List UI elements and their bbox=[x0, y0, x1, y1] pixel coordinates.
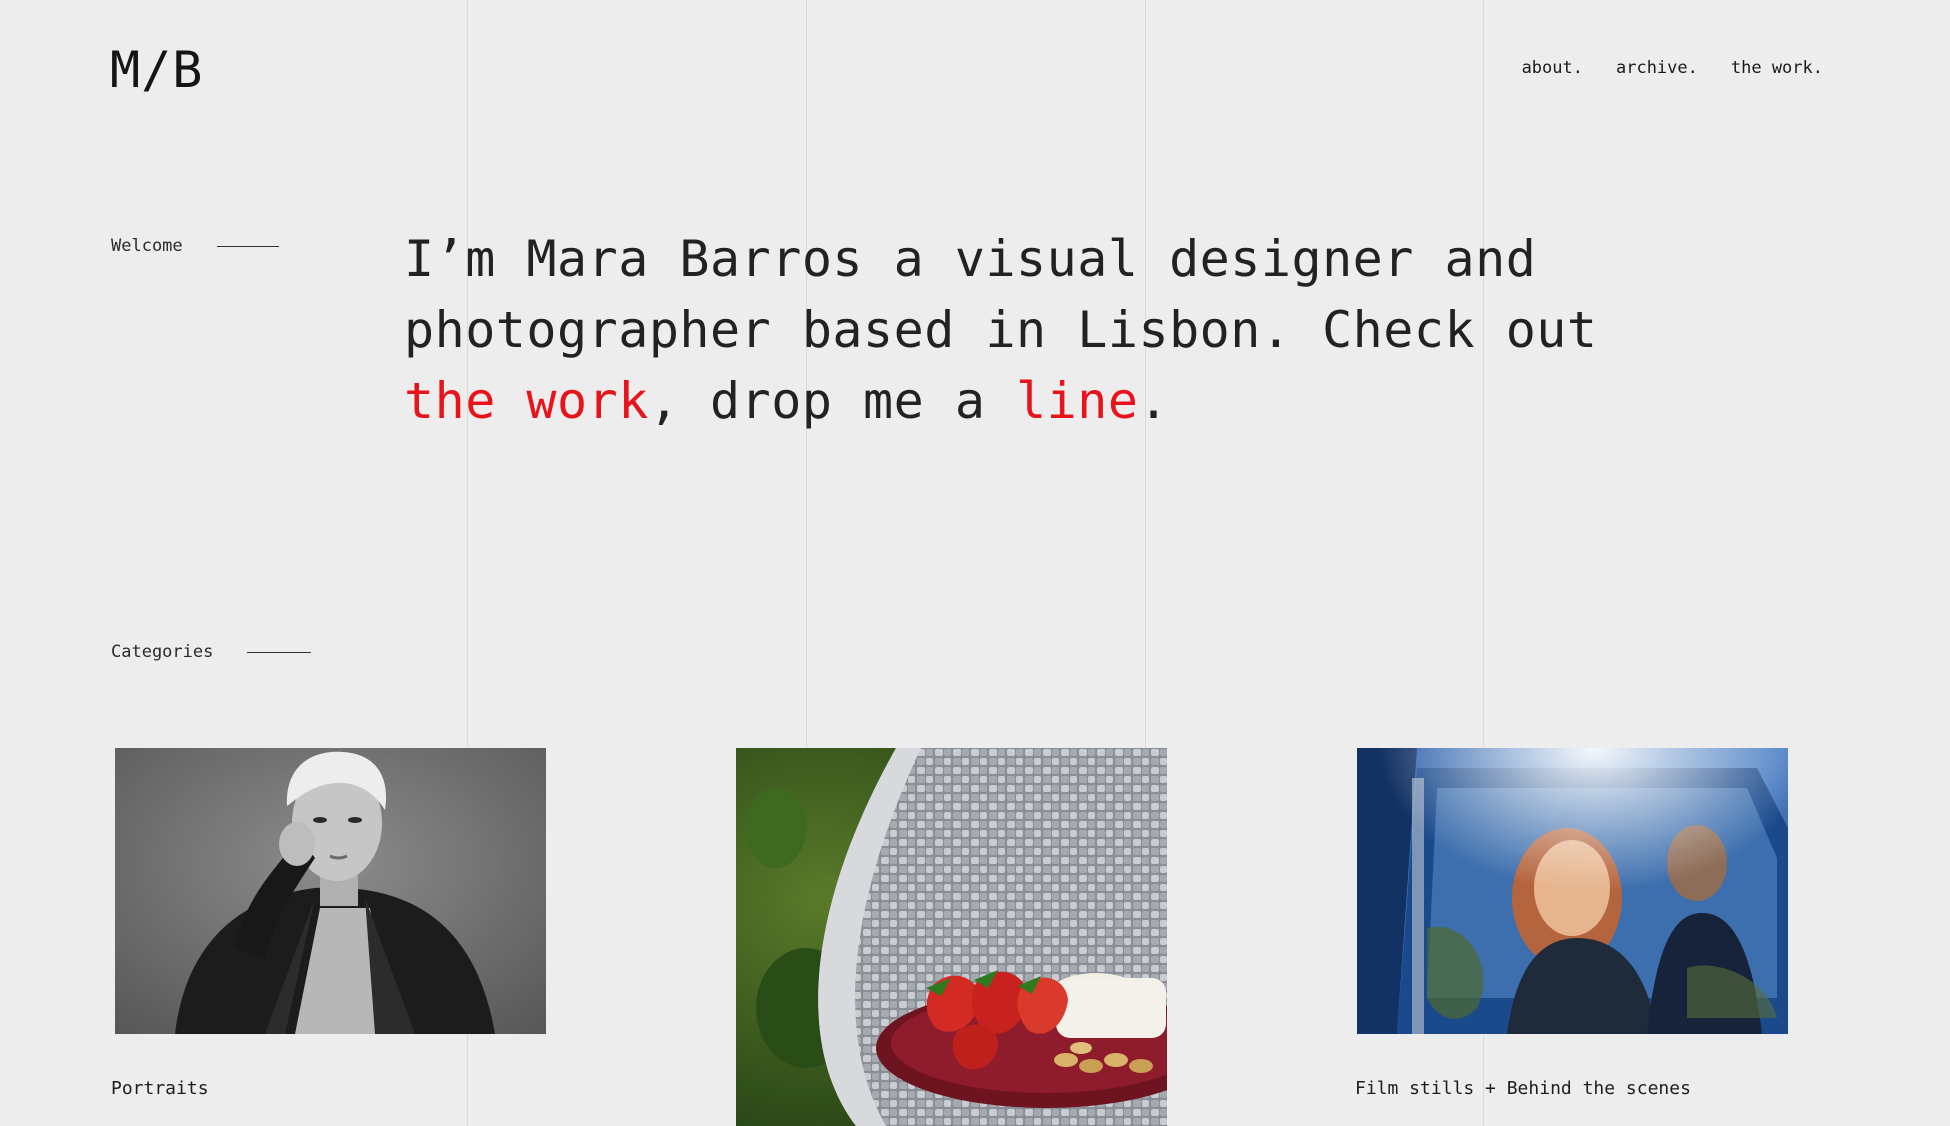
category-card-film[interactable]: Film stills + Behind the scenes bbox=[1355, 748, 1788, 1099]
intro-text-part-1: I’m Mara Barros a visual designer and ph… bbox=[404, 230, 1598, 359]
category-card-food[interactable] bbox=[736, 748, 1167, 1126]
nav-archive-link[interactable]: archive. bbox=[1616, 58, 1698, 78]
categories-label-text: Categories bbox=[111, 642, 214, 662]
nav-about-link[interactable]: about. bbox=[1522, 58, 1583, 78]
category-card-portraits[interactable]: Portraits bbox=[111, 748, 546, 1099]
categories-rule bbox=[247, 651, 312, 653]
welcome-rule bbox=[216, 245, 279, 247]
car-window-image bbox=[1357, 748, 1788, 1034]
intro-text-end: . bbox=[1138, 372, 1170, 430]
portraits-caption[interactable]: Portraits bbox=[111, 1078, 209, 1099]
film-caption[interactable]: Film stills + Behind the scenes bbox=[1355, 1078, 1691, 1099]
welcome-label: Welcome bbox=[111, 236, 279, 256]
intro-text: I’m Mara Barros a visual designer and ph… bbox=[404, 224, 1624, 437]
food-photo[interactable] bbox=[736, 748, 1167, 1126]
film-photo[interactable] bbox=[1357, 748, 1788, 1034]
site-logo[interactable]: M/B bbox=[110, 40, 203, 100]
intro-text-part-2: , drop me a bbox=[648, 372, 1017, 430]
strawberries-image bbox=[736, 748, 1167, 1126]
welcome-label-text: Welcome bbox=[111, 236, 183, 256]
portrait-image bbox=[115, 748, 546, 1034]
portraits-photo[interactable] bbox=[115, 748, 546, 1034]
nav-the-work-link[interactable]: the work. bbox=[1731, 58, 1823, 78]
main-nav: about. archive. the work. bbox=[1522, 58, 1823, 78]
line-link[interactable]: line bbox=[1016, 372, 1138, 430]
categories-label: Categories bbox=[111, 642, 312, 662]
the-work-link[interactable]: the work bbox=[404, 372, 649, 430]
